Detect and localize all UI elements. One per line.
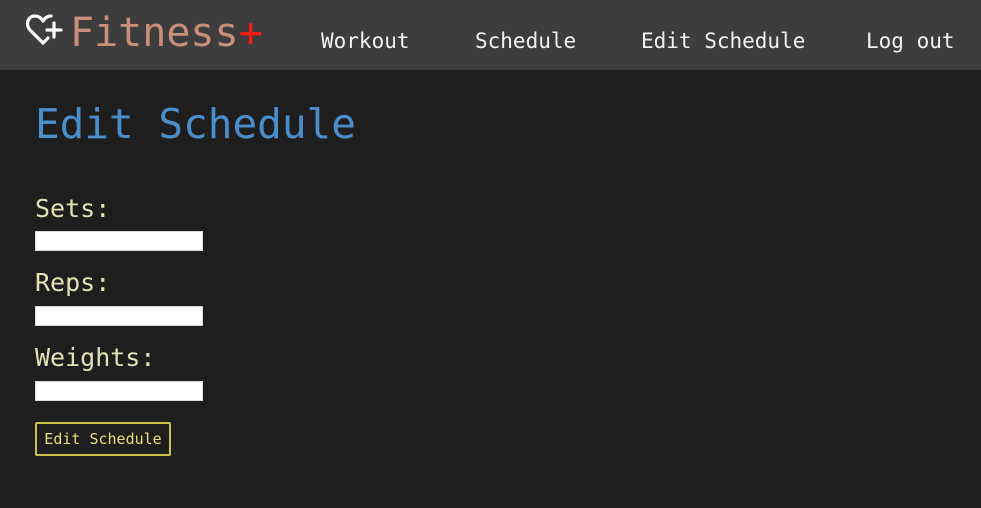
reps-label: Reps: [35, 268, 111, 297]
brand-plus: + [238, 10, 263, 56]
nav-workout-link[interactable]: Workout [321, 26, 410, 56]
brand-logo[interactable]: Fitness + [25, 8, 263, 58]
weights-label: Weights: [35, 343, 156, 372]
nav-edit-schedule-link[interactable]: Edit Schedule [641, 26, 805, 56]
navbar: Fitness + Workout Schedule Edit Schedule … [0, 0, 981, 70]
weights-input[interactable] [35, 381, 203, 401]
sets-label: Sets: [35, 194, 111, 223]
reps-input[interactable] [35, 306, 203, 326]
brand-name: Fitness [70, 10, 239, 56]
nav-logout-link[interactable]: Log out [866, 26, 955, 56]
heart-plus-icon [25, 13, 64, 47]
sets-input[interactable] [35, 231, 203, 251]
edit-schedule-submit-button[interactable]: Edit Schedule [35, 422, 171, 456]
page-title: Edit Schedule [35, 100, 356, 148]
nav-schedule-link[interactable]: Schedule [475, 26, 576, 56]
